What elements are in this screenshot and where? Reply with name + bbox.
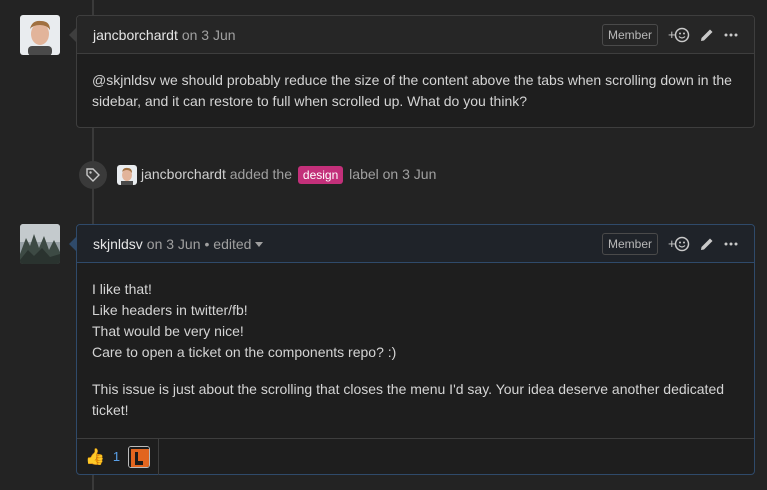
comment-body: @skjnldsv we should probably reduce the … xyxy=(77,54,754,128)
avatar[interactable] xyxy=(20,15,60,55)
comment-body: I like that! Like headers in twitter/fb!… xyxy=(77,263,754,437)
add-reaction-icon[interactable]: + xyxy=(668,236,690,252)
event-text: jancborchardt added the design label on … xyxy=(141,166,436,184)
thumbs-up-reaction[interactable]: 👍 1 xyxy=(77,438,160,475)
reactions-bar: 👍 1 xyxy=(77,438,754,475)
member-badge: Member xyxy=(601,23,658,46)
comment-line: Care to open a ticket on the components … xyxy=(92,344,397,360)
thumbs-up-icon: 👍 xyxy=(85,448,105,466)
reactor-avatar[interactable] xyxy=(128,445,151,468)
comment-text: I like that! Like headers in twitter/fb!… xyxy=(92,279,739,363)
member-badge: Member xyxy=(601,232,658,255)
comment-line: That would be very nice! xyxy=(92,323,244,339)
comment-line: I like that! xyxy=(92,281,152,297)
kebab-icon[interactable] xyxy=(724,242,738,246)
comment-timestamp[interactable]: on 3 Jun xyxy=(147,236,201,252)
add-reaction-icon[interactable]: + xyxy=(668,27,690,43)
design-label[interactable]: design xyxy=(297,166,344,184)
event-actor[interactable]: jancborchardt xyxy=(141,166,226,182)
event-text-before: added the xyxy=(229,166,293,182)
tag-icon xyxy=(79,161,107,189)
comment-text: This issue is just about the scrolling t… xyxy=(92,381,725,418)
label-event: jancborchardt added the design label on … xyxy=(79,160,436,190)
reaction-count: 1 xyxy=(112,449,121,464)
pencil-icon[interactable] xyxy=(700,237,714,251)
edited-label: • edited xyxy=(204,235,252,252)
comment-author[interactable]: skjnldsv xyxy=(93,236,143,252)
svg-text:+: + xyxy=(668,236,676,251)
comment-line: Like headers in twitter/fb! xyxy=(92,302,248,318)
edited-dropdown[interactable]: • edited xyxy=(205,236,264,252)
event-avatar[interactable] xyxy=(117,165,137,185)
pencil-icon[interactable] xyxy=(700,28,714,42)
comment-header: skjnldsv on 3 Jun • edited Member + xyxy=(69,225,754,263)
svg-text:+: + xyxy=(668,27,676,42)
comment-timestamp[interactable]: on 3 Jun xyxy=(182,27,236,43)
chevron-down-icon xyxy=(255,242,264,248)
comment-2: skjnldsv on 3 Jun • edited Member + I li… xyxy=(69,224,755,475)
event-text-after: label on 3 Jun xyxy=(349,166,437,182)
avatar[interactable] xyxy=(20,224,60,264)
comment-text: @skjnldsv we should probably reduce the … xyxy=(92,72,732,109)
comment-author[interactable]: jancborchardt xyxy=(93,27,178,43)
comment-1: jancborchardt on 3 Jun Member + @skjnlds… xyxy=(69,15,755,128)
comment-header: jancborchardt on 3 Jun Member + xyxy=(69,16,754,54)
kebab-icon[interactable] xyxy=(724,33,738,37)
